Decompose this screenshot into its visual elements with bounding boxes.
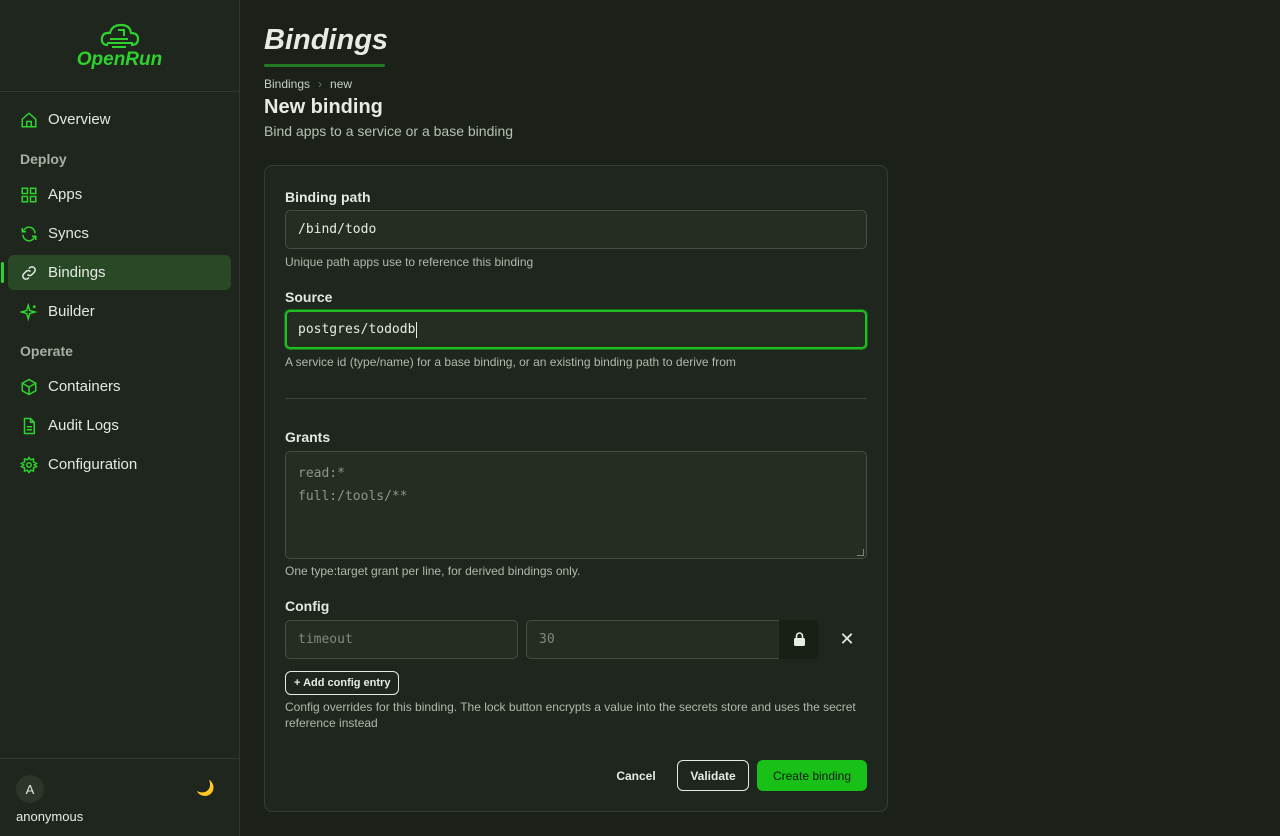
document-icon (20, 417, 38, 435)
resize-handle[interactable] (857, 549, 864, 556)
app-name: OpenRun (76, 48, 163, 70)
sidebar-item-builder[interactable]: Builder (8, 294, 231, 329)
link-icon (20, 264, 38, 282)
sparkle-icon (20, 302, 38, 321)
sidebar-item-label: Syncs (48, 225, 89, 242)
grid-icon (20, 186, 38, 204)
create-binding-button[interactable]: Create binding (757, 760, 867, 791)
sidebar-item-overview[interactable]: Overview (8, 102, 231, 137)
binding-path-input[interactable]: /bind/todo (285, 210, 867, 249)
sidebar-footer: A anonymous 🌙 (0, 758, 239, 836)
form-heading: New binding (264, 96, 383, 118)
config-key-input[interactable]: timeout (285, 620, 518, 659)
sidebar: OpenRun Overview Deploy Apps Syncs Bindi… (0, 0, 240, 836)
form-subheading: Bind apps to a service or a base binding (264, 123, 514, 139)
cancel-button[interactable]: Cancel (605, 760, 667, 791)
refresh-icon (20, 225, 38, 243)
grants-placeholder-line: full:/tools/** (298, 489, 408, 504)
grants-label: Grants (285, 429, 331, 445)
sidebar-item-label: Containers (48, 378, 121, 395)
cube-icon (20, 378, 38, 396)
lock-icon (793, 632, 805, 646)
breadcrumb: Bindings › new (264, 77, 352, 91)
config-help: Config overrides for this binding. The l… (285, 700, 856, 730)
cloud-logo-icon (100, 23, 139, 48)
grants-help: One type:target grant per line, for deri… (285, 564, 581, 578)
section-divider (285, 398, 867, 399)
source-input[interactable]: postgres/tododb (285, 310, 867, 349)
gear-icon (20, 455, 38, 474)
home-icon (20, 111, 38, 129)
binding-path-help: Unique path apps use to reference this b… (285, 255, 534, 269)
add-config-entry-button[interactable]: + Add config entry (285, 671, 400, 695)
sidebar-item-bindings[interactable]: Bindings (1, 255, 231, 290)
sidebar-item-label: Apps (48, 186, 83, 203)
title-underline (264, 64, 385, 67)
avatar[interactable]: A (16, 775, 44, 803)
sidebar-item-label: Builder (48, 303, 95, 320)
sidebar-item-syncs[interactable]: Syncs (8, 216, 231, 251)
source-help: A service id (type/name) for a base bind… (285, 355, 736, 369)
sidebar-item-label: Overview (48, 111, 111, 128)
config-value-input[interactable]: 30 (526, 620, 780, 659)
breadcrumb-new: new (330, 77, 353, 91)
sidebar-item-configuration[interactable]: Configuration (8, 447, 231, 482)
new-binding-form: Binding path /bind/todo Unique path apps… (264, 165, 888, 812)
logo[interactable]: OpenRun (0, 0, 239, 92)
sidebar-section-operate: Operate (20, 343, 73, 359)
sidebar-item-label: Audit Logs (48, 417, 119, 434)
theme-toggle-moon-icon[interactable]: 🌙 (196, 779, 215, 797)
page-title: Bindings (264, 24, 389, 56)
sidebar-item-apps[interactable]: Apps (8, 177, 231, 212)
encrypt-lock-button[interactable] (779, 620, 819, 659)
sidebar-nav: Overview Deploy Apps Syncs Bindings Buil (0, 92, 239, 482)
source-label: Source (285, 289, 333, 305)
sidebar-item-containers[interactable]: Containers (8, 369, 231, 404)
source-input-value: postgres/tododb (298, 322, 416, 337)
sidebar-item-audit-logs[interactable]: Audit Logs (8, 408, 231, 443)
validate-button[interactable]: Validate (677, 760, 749, 791)
sidebar-section-deploy: Deploy (20, 151, 67, 167)
chevron-right-icon: › (318, 77, 323, 91)
username: anonymous (16, 809, 84, 824)
config-label: Config (285, 598, 330, 614)
remove-config-entry-close-icon[interactable]: ✕ (833, 625, 861, 653)
sidebar-item-label: Configuration (48, 456, 138, 473)
breadcrumb-bindings[interactable]: Bindings (264, 77, 310, 91)
sidebar-item-label: Bindings (48, 264, 106, 281)
grants-placeholder-line: read:* (298, 466, 345, 481)
grants-textarea[interactable]: read:* full:/tools/** (285, 451, 867, 559)
binding-path-label: Binding path (285, 189, 371, 205)
text-caret (416, 321, 418, 338)
